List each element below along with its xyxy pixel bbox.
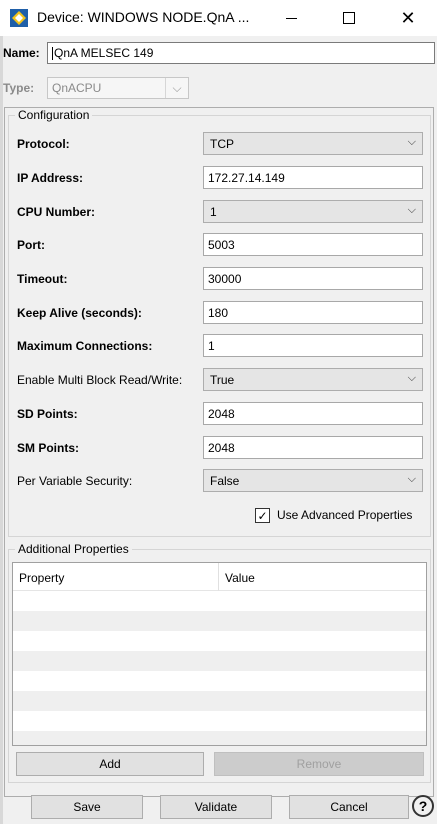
cpu-number-label: CPU Number: bbox=[17, 205, 96, 219]
help-icon[interactable]: ? bbox=[412, 795, 434, 817]
text-caret bbox=[52, 47, 53, 61]
minimize-icon bbox=[285, 17, 297, 19]
name-value: QnA MELSEC 149 bbox=[54, 46, 154, 60]
window-title: Device: WINDOWS NODE.QnA ... bbox=[37, 9, 250, 25]
close-icon: ✕ bbox=[400, 8, 416, 28]
multi-block-select[interactable]: True ⌵ bbox=[203, 368, 423, 391]
table-row bbox=[13, 671, 426, 691]
keep-alive-label: Keep Alive (seconds): bbox=[17, 306, 142, 320]
ip-address-label: IP Address: bbox=[17, 171, 84, 185]
name-field[interactable]: QnA MELSEC 149 bbox=[47, 42, 435, 64]
sd-points-label: SD Points: bbox=[17, 407, 78, 421]
chevron-down-icon: ⌵ bbox=[407, 136, 416, 148]
chevron-down-icon: ⌵ bbox=[165, 78, 188, 98]
timeout-input[interactable]: 30000 bbox=[203, 267, 423, 290]
table-row bbox=[13, 631, 426, 651]
timeout-label: Timeout: bbox=[17, 272, 68, 286]
column-header-value[interactable]: Value bbox=[219, 563, 426, 591]
type-select: QnACPU ⌵ bbox=[47, 77, 189, 99]
cpu-number-select[interactable]: 1 ⌵ bbox=[203, 200, 423, 223]
properties-table[interactable]: Property Value bbox=[12, 562, 427, 746]
protocol-value: TCP bbox=[210, 137, 234, 151]
per-variable-security-label: Per Variable Security: bbox=[17, 474, 133, 488]
configuration-title: Configuration bbox=[15, 108, 93, 122]
maximize-icon bbox=[343, 12, 355, 24]
table-row bbox=[13, 591, 426, 611]
use-advanced-properties-label: Use Advanced Properties bbox=[277, 508, 413, 522]
sd-points-input[interactable]: 2048 bbox=[203, 402, 423, 425]
device-app-icon bbox=[10, 9, 28, 27]
window-edge bbox=[0, 36, 3, 824]
port-label: Port: bbox=[17, 238, 45, 252]
per-variable-security-select[interactable]: False ⌵ bbox=[203, 469, 423, 492]
chevron-down-icon: ⌵ bbox=[407, 204, 416, 216]
minimize-button[interactable] bbox=[262, 0, 320, 36]
multi-block-value: True bbox=[210, 373, 235, 387]
checkmark-icon: ✓ bbox=[257, 508, 268, 523]
use-advanced-properties-checkbox[interactable]: ✓ bbox=[255, 508, 270, 523]
table-row bbox=[13, 711, 426, 731]
add-button[interactable]: Add bbox=[16, 752, 204, 776]
multi-block-label: Enable Multi Block Read/Write: bbox=[17, 373, 183, 387]
per-variable-security-value: False bbox=[210, 474, 240, 488]
close-button[interactable]: ✕ bbox=[379, 0, 437, 36]
type-label: Type: bbox=[3, 81, 35, 95]
cpu-number-value: 1 bbox=[210, 205, 217, 219]
protocol-label: Protocol: bbox=[17, 137, 70, 151]
save-button[interactable]: Save bbox=[31, 795, 143, 819]
max-connections-label: Maximum Connections: bbox=[17, 339, 153, 353]
column-header-property[interactable]: Property bbox=[13, 563, 219, 591]
sm-points-input[interactable]: 2048 bbox=[203, 436, 423, 459]
validate-button[interactable]: Validate bbox=[160, 795, 272, 819]
table-row bbox=[13, 651, 426, 671]
keep-alive-input[interactable]: 180 bbox=[203, 301, 423, 324]
title-bar: Device: WINDOWS NODE.QnA ... ✕ bbox=[0, 0, 437, 36]
name-label: Name: bbox=[3, 46, 40, 60]
protocol-select[interactable]: TCP ⌵ bbox=[203, 132, 423, 155]
chevron-down-icon: ⌵ bbox=[407, 473, 416, 485]
cancel-button[interactable]: Cancel bbox=[289, 795, 409, 819]
chevron-down-icon: ⌵ bbox=[407, 372, 416, 384]
additional-properties-title: Additional Properties bbox=[15, 542, 132, 556]
remove-button[interactable]: Remove bbox=[214, 752, 424, 776]
sm-points-label: SM Points: bbox=[17, 441, 79, 455]
ip-address-input[interactable]: 172.27.14.149 bbox=[203, 166, 423, 189]
type-value: QnACPU bbox=[52, 81, 102, 95]
table-row bbox=[13, 691, 426, 711]
port-input[interactable]: 5003 bbox=[203, 233, 423, 256]
maximize-button[interactable] bbox=[320, 0, 378, 36]
table-row bbox=[13, 731, 426, 745]
table-row bbox=[13, 611, 426, 631]
max-connections-input[interactable]: 1 bbox=[203, 334, 423, 357]
